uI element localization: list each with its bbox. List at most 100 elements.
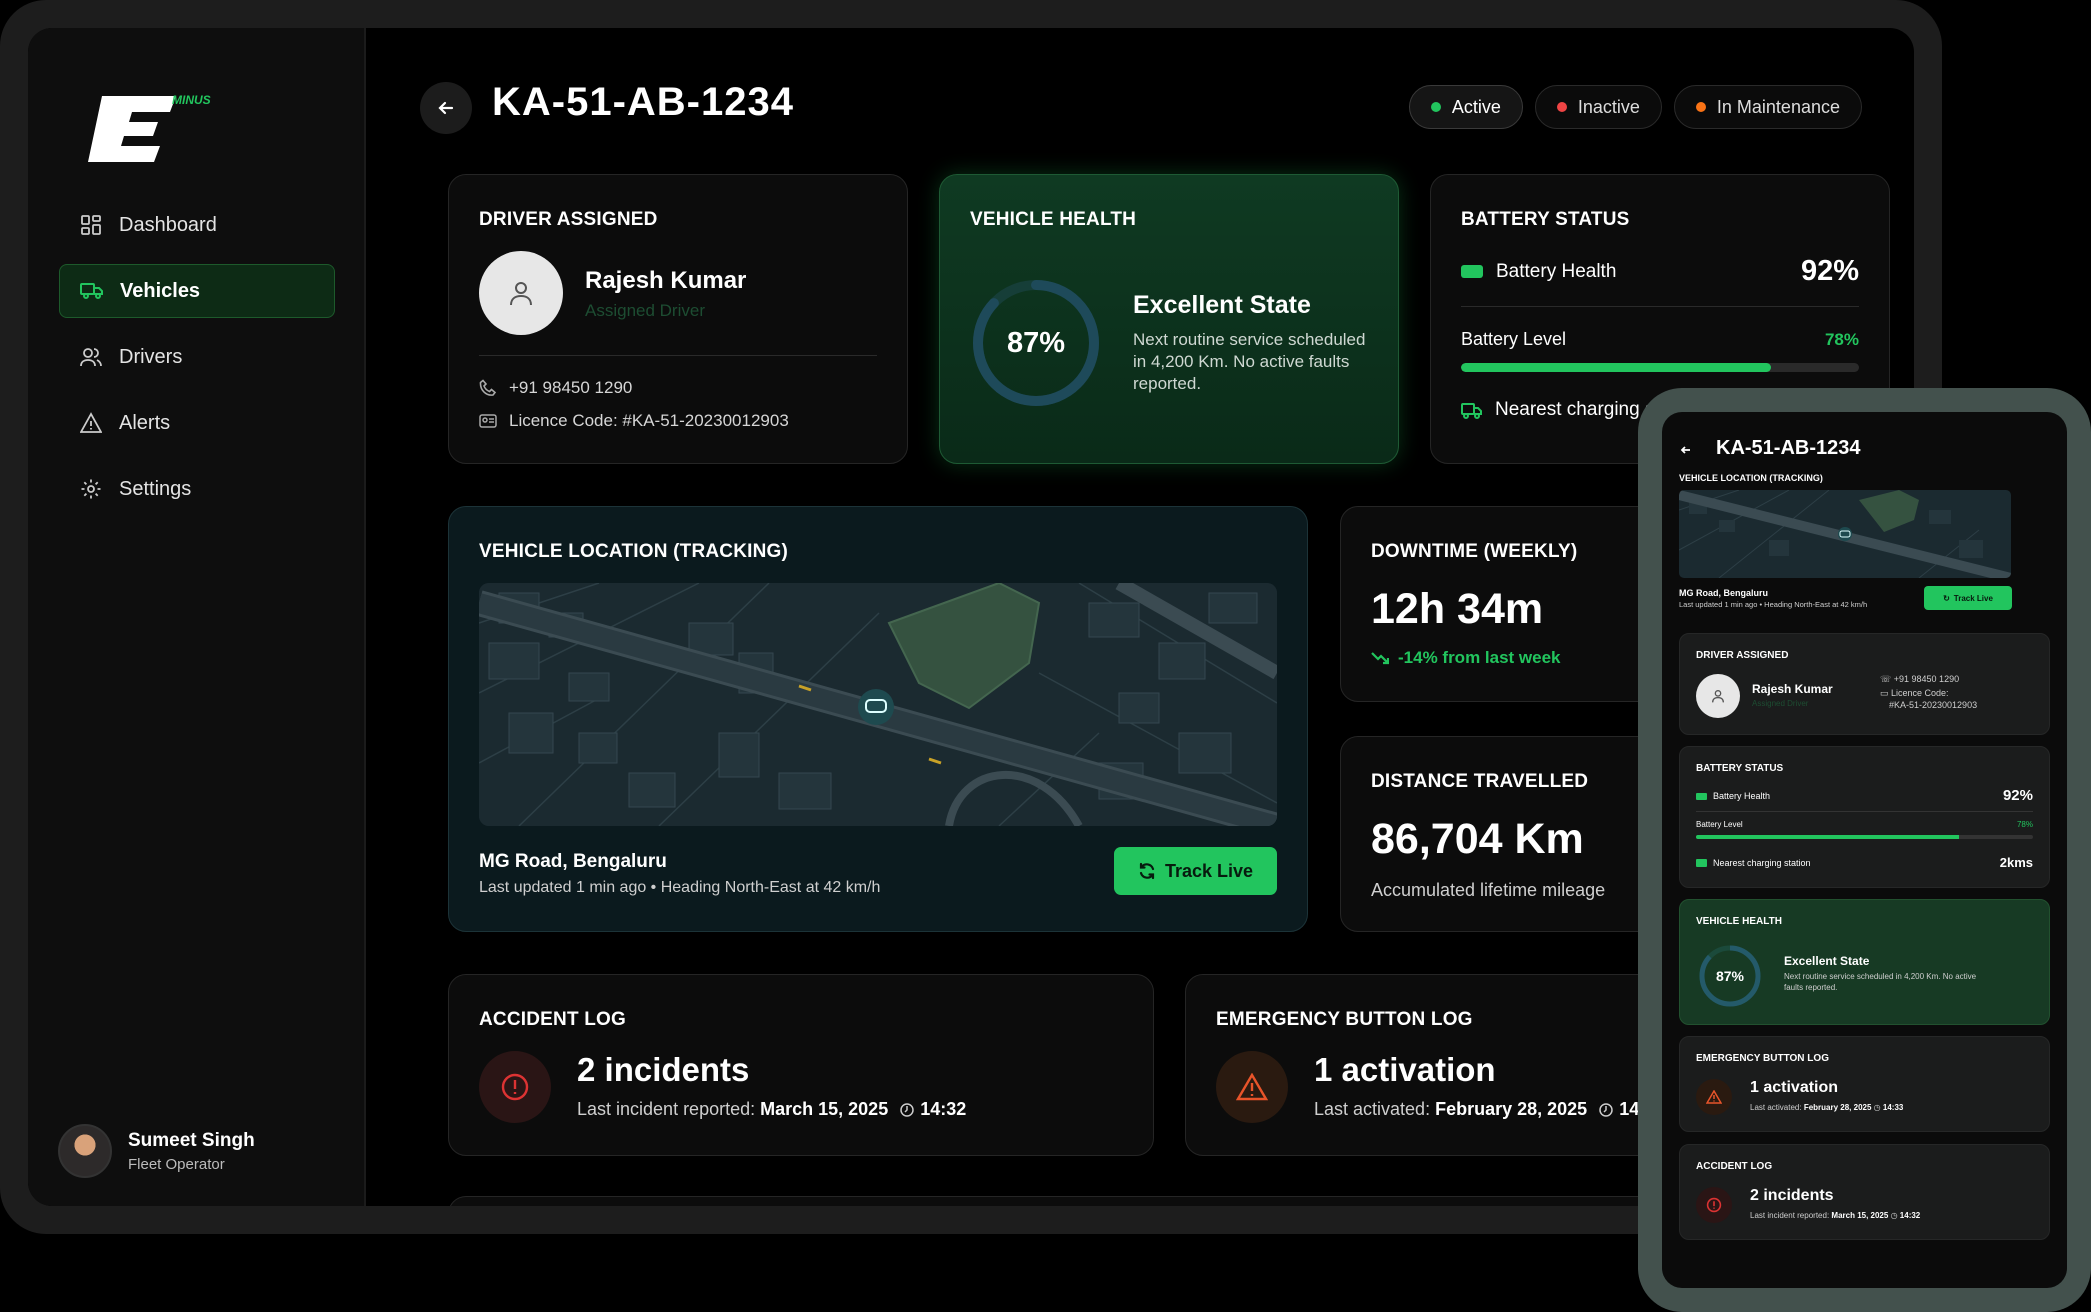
- nav-label: Vehicles: [120, 279, 201, 302]
- tracking-map[interactable]: [479, 583, 1277, 826]
- status-dot: [1695, 102, 1706, 112]
- mobile-tracking-map[interactable]: [1679, 490, 2011, 578]
- battery-health-row: Battery Health 92%: [1461, 255, 1859, 288]
- divider: [479, 355, 877, 356]
- mobile-battery-level-value: 78%: [2016, 820, 2033, 829]
- alert-circle-icon: [479, 1051, 551, 1123]
- status-maintenance-pill[interactable]: In Maintenance: [1673, 85, 1862, 129]
- driver-name: Rajesh Kumar: [585, 267, 747, 294]
- health-state: Excellent State: [1133, 291, 1311, 319]
- status-inactive-pill[interactable]: Inactive: [1534, 85, 1662, 129]
- battery-icon: [1461, 265, 1483, 278]
- nav-label: Settings: [119, 477, 192, 500]
- back-button[interactable]: [420, 82, 472, 134]
- mobile-emergency-count: 1 activation: [1750, 1079, 1839, 1096]
- mobile-location-updated: Last updated 1 min ago • Heading North-E…: [1679, 600, 1868, 609]
- warning-icon: [79, 411, 103, 435]
- battery-level-label: Battery Level: [1461, 329, 1567, 349]
- health-note: Next routine service scheduled in 4,200 …: [1133, 330, 1366, 393]
- mobile-health-card: VEHICLE HEALTH 87% Excellent State Next …: [1679, 899, 2050, 1025]
- clock-icon: [900, 1102, 914, 1117]
- mobile-track-live-button[interactable]: ↻ Track Live: [1924, 586, 2012, 610]
- pill-label: Inactive: [1577, 96, 1640, 117]
- battery-health-value: 92%: [1800, 255, 1859, 287]
- accident-count: 2 incidents: [577, 1051, 750, 1088]
- driver-role: Assigned Driver: [585, 301, 705, 320]
- card-heading: BATTERY STATUS: [1696, 763, 1784, 774]
- mobile-battery-health-label: Battery Health: [1713, 791, 1771, 801]
- charging-station-icon: [1696, 859, 1707, 867]
- mobile-battery-level-bar: [1696, 835, 2033, 839]
- page-title: KA-51-AB-1234: [492, 80, 794, 124]
- driver-phone: +91 98450 1290: [509, 378, 633, 397]
- mobile-driver-avatar: [1696, 674, 1740, 718]
- mobile-driver-card: DRIVER ASSIGNED Rajesh Kumar Assigned Dr…: [1679, 633, 2050, 735]
- mobile-health-state: Excellent State: [1784, 954, 1870, 968]
- battery-level-value: 78%: [1824, 329, 1859, 349]
- accident-time: 14:32: [920, 1099, 967, 1119]
- mobile-accident-time: 14:32: [1899, 1211, 1921, 1220]
- pill-label: Active: [1451, 96, 1501, 117]
- distance-note: Accumulated lifetime mileage: [1371, 880, 1606, 900]
- nav-item-settings[interactable]: Settings: [59, 462, 335, 516]
- mobile-emergency-last-row: Last activated: February 28, 2025 ◷ 14:3…: [1750, 1103, 1903, 1112]
- card-heading: BATTERY STATUS: [1461, 209, 1630, 230]
- user-profile[interactable]: Sumeet Singh Fleet Operator: [58, 1124, 255, 1178]
- emergency-count: 1 activation: [1314, 1051, 1496, 1088]
- distance-value: 86,704 Km: [1371, 815, 1584, 863]
- driver-licence: Licence Code: #KA-51-20230012903: [509, 411, 789, 430]
- mobile-location-heading: VEHICLE LOCATION (TRACKING): [1679, 473, 1823, 483]
- svg-text:MINUS: MINUS: [172, 93, 211, 107]
- location-updated: Last updated 1 min ago • Heading North-E…: [479, 879, 881, 896]
- battery-level-fill: [1461, 363, 1772, 372]
- nav-label: Dashboard: [119, 213, 217, 236]
- card-heading: VEHICLE LOCATION (TRACKING): [479, 541, 789, 562]
- user-icon: [1712, 690, 1724, 703]
- card-heading: ACCIDENT LOG: [479, 1009, 627, 1030]
- track-live-button[interactable]: Track Live: [1114, 847, 1277, 895]
- card-heading: DOWNTIME (WEEKLY): [1371, 541, 1578, 562]
- clock-icon: ◷: [1873, 1103, 1881, 1112]
- location-place: MG Road, Bengaluru: [479, 851, 667, 872]
- user-icon: [510, 282, 532, 306]
- battery-level-bar: [1461, 363, 1859, 372]
- clock-icon: [1599, 1102, 1613, 1117]
- mobile-licence-1: Licence Code:: [1891, 688, 1949, 698]
- card-heading: EMERGENCY BUTTON LOG: [1216, 1009, 1473, 1030]
- refresh-icon: [1138, 862, 1156, 880]
- user-name: Sumeet Singh: [128, 1129, 255, 1151]
- nav-item-dashboard[interactable]: Dashboard: [59, 198, 335, 252]
- arrow-left-icon: [1680, 446, 1690, 454]
- divider: [1696, 811, 2033, 812]
- accident-date: March 15, 2025: [760, 1099, 889, 1119]
- mobile-driver-phone: +91 98450 1290: [1893, 674, 1960, 684]
- vehicle-health-card: VEHICLE HEALTH 87% Excellent State Next …: [939, 174, 1399, 464]
- nav-item-drivers[interactable]: Drivers: [59, 330, 335, 384]
- status-dot: [1556, 102, 1567, 112]
- grid-icon: [79, 213, 103, 237]
- card-heading: ACCIDENT LOG: [1696, 1161, 1773, 1172]
- mobile-title: KA-51-AB-1234: [1716, 437, 1861, 459]
- alert-circle-icon: [1696, 1187, 1732, 1223]
- nav-item-vehicles[interactable]: Vehicles: [59, 264, 335, 318]
- nav-item-alerts[interactable]: Alerts: [59, 396, 335, 450]
- mobile-battery-level-fill: [1696, 835, 1959, 839]
- mobile-licence-2: #KA-51-20230012903: [1889, 700, 1978, 710]
- phone-icon: [479, 379, 499, 397]
- trend-down-icon: [1371, 651, 1389, 665]
- mobile-emergency-card: EMERGENCY BUTTON LOG 1 activation Last a…: [1679, 1036, 2050, 1132]
- status-active-pill[interactable]: Active: [1408, 85, 1523, 129]
- clock-icon: ◷: [1890, 1211, 1898, 1220]
- mobile-driver-role: Assigned Driver: [1752, 699, 1809, 708]
- mobile-accident-count: 2 incidents: [1750, 1187, 1834, 1204]
- driver-licence-row: Licence Code: #KA-51-20230012903: [479, 411, 789, 431]
- id-card-icon: [479, 414, 499, 428]
- vehicle-location-card: VEHICLE LOCATION (TRACKING) MG Road, Ben…: [448, 506, 1308, 932]
- emergency-date: February 28, 2025: [1435, 1099, 1588, 1119]
- mobile-back-button[interactable]: [1680, 444, 1692, 456]
- status-dot: [1430, 102, 1441, 112]
- mobile-nearest-value: 2kms: [1999, 855, 2033, 870]
- card-heading: DISTANCE TRAVELLED: [1371, 771, 1589, 792]
- accident-log-card: ACCIDENT LOG 2 incidents Last incident r…: [448, 974, 1154, 1156]
- downtime-value: 12h 34m: [1371, 585, 1544, 633]
